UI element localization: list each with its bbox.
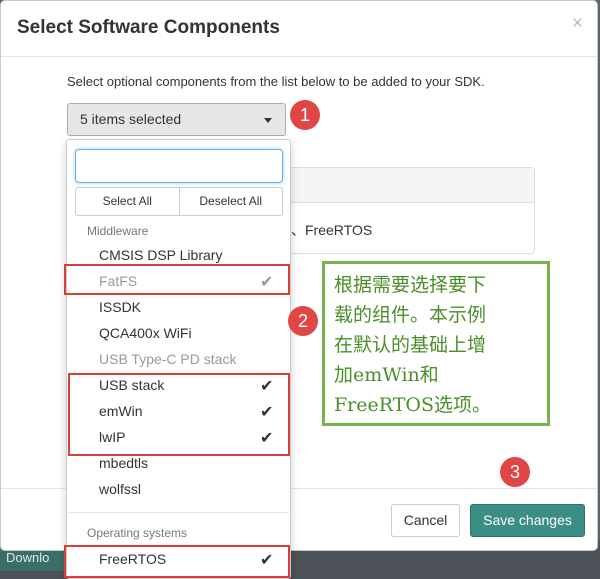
note-line: 根据需要选择要下 (334, 274, 487, 296)
option-label: ISSDK (99, 299, 142, 315)
checkmark-icon: ✔ (260, 274, 274, 291)
option-label: wolfssl (99, 481, 142, 497)
checkmark-icon: ✔ (260, 430, 274, 447)
close-icon[interactable]: × (572, 13, 583, 35)
optgroup-label-middleware: Middleware (87, 224, 149, 238)
caret-down-icon (264, 118, 272, 123)
step-1-badge: 1 (290, 100, 320, 130)
option-label: QCA400x WiFi (99, 325, 192, 341)
note-line: FreeRTOS选项。 (334, 394, 491, 416)
option-label: FreeRTOS (99, 551, 167, 567)
cancel-button[interactable]: Cancel (391, 504, 460, 537)
note-line: 加emWin和 (334, 364, 439, 386)
option-label: USB Type-C PD stack (99, 351, 237, 367)
option-label: lwIP (99, 429, 126, 445)
option-label: CMSIS DSP Library (99, 247, 223, 263)
step-2-badge: 2 (288, 306, 318, 336)
note-line: 载的组件。本示例 (334, 304, 487, 326)
note-line: 在默认的基础上增 (334, 334, 487, 356)
optgroup-divider (68, 512, 289, 513)
save-changes-button[interactable]: Save changes (470, 504, 585, 537)
checkmark-icon: ✔ (260, 378, 274, 395)
filter-search-input[interactable] (75, 149, 283, 183)
modal-header: Select Software Components × (1, 1, 597, 57)
panel-heading (286, 168, 534, 203)
select-all-button[interactable]: Select All (75, 187, 180, 216)
step-3-badge: 3 (500, 457, 530, 487)
select-all-button-group: Select All Deselect All (75, 187, 283, 216)
checkmark-icon: ✔ (260, 552, 274, 569)
component-dropdown-menu: Select All Deselect All Middleware CMSIS… (66, 139, 291, 579)
option-label: USB stack (99, 377, 165, 393)
option-label: mbedtls (99, 455, 149, 471)
selected-components-panel: 、FreeRTOS (286, 167, 535, 254)
panel-body-text: 、FreeRTOS (291, 222, 373, 238)
deselect-all-button[interactable]: Deselect All (179, 187, 283, 216)
component-multiselect-button[interactable]: 5 items selected (67, 103, 286, 136)
option-label: FatFS (99, 273, 138, 289)
checkmark-icon: ✔ (260, 404, 274, 421)
annotation-note: 根据需要选择要下 载的组件。本示例 在默认的基础上增 加emWin和 FreeR… (322, 261, 550, 426)
option-label: emWin (99, 403, 143, 419)
optgroup-label-operating-systems: Operating systems (87, 526, 188, 540)
multiselect-button-label: 5 items selected (80, 111, 182, 127)
modal-title: Select Software Components (17, 17, 280, 38)
modal-description: Select optional components from the list… (67, 74, 485, 89)
